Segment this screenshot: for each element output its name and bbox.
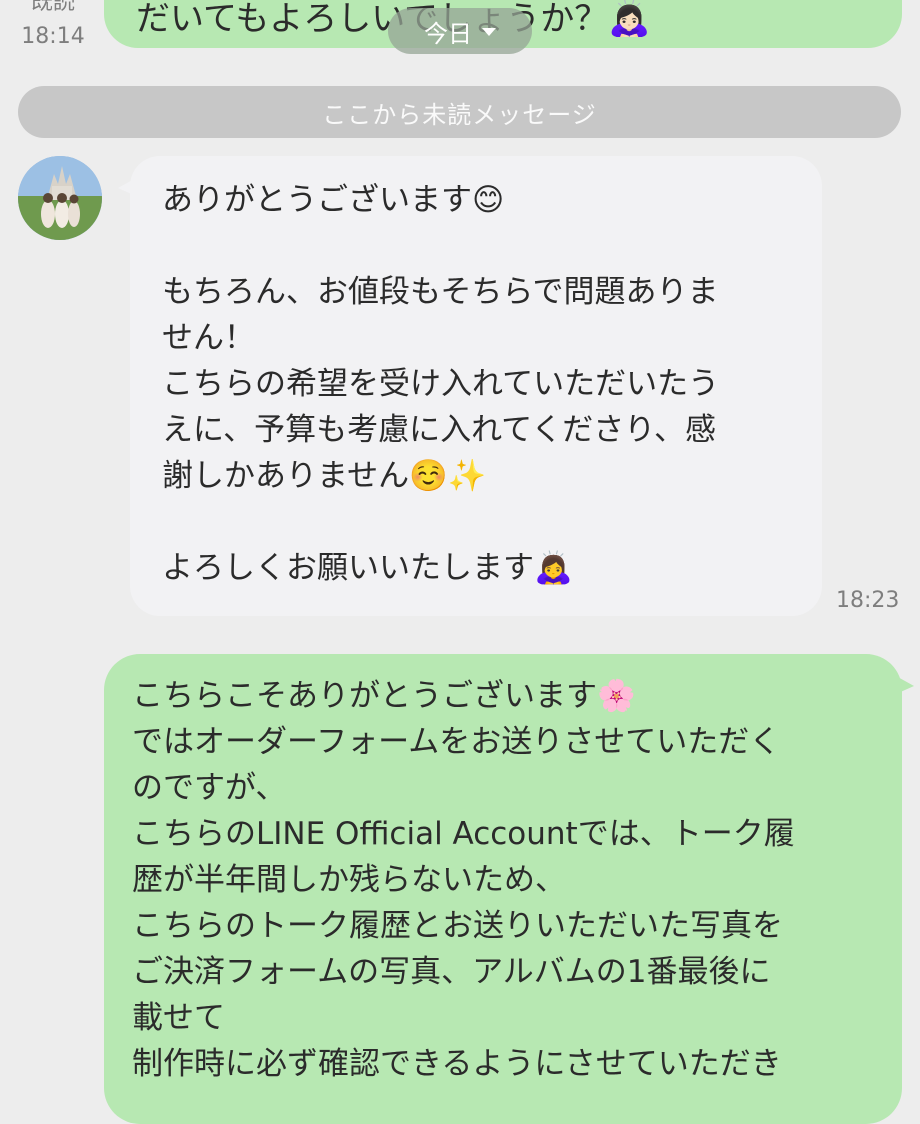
message-line: こちらこそありがとうございます🌸 <box>132 678 636 714</box>
message-line: こちらのトーク履歴とお送りいただいた写真を <box>132 908 783 944</box>
message-line: のですが、 <box>132 770 287 806</box>
message-line: もちろん、お値段もそちらで問題ありま <box>162 274 719 310</box>
message-line: えに、予算も考慮に入れてくださり、感 <box>162 412 716 448</box>
message-time: 18:14 <box>21 24 85 49</box>
message-line: よろしくお願いいたします🙇‍♀️ <box>162 550 573 586</box>
read-status: 既読 <box>30 0 75 15</box>
message-line: こちらの希望を受け入れていただいたう <box>162 366 720 402</box>
incoming-message-bubble[interactable]: ありがとうございます😊 もちろん、お値段もそちらで問題ありま せん！ こちらの希… <box>130 156 822 616</box>
avatar-photo-icon <box>18 156 102 240</box>
top-read-meta: 既読 18:14 <box>18 0 88 54</box>
outgoing-message-bubble[interactable]: こちらこそありがとうございます🌸 ではオーダーフォームをお送りさせていただく の… <box>104 654 902 1124</box>
message-time: 18:23 <box>836 588 900 613</box>
unread-divider-label: ここから未読メッセージ <box>322 100 597 129</box>
message-line: 謝しかありません☺️✨ <box>162 458 487 494</box>
message-line: せん！ <box>162 320 255 356</box>
message-line: 制作時に必ず確認できるようにさせていただき <box>132 1046 782 1082</box>
message-line: ではオーダーフォームをお送りさせていただく <box>132 724 781 760</box>
message-line: ご決済フォームの写真、アルバムの1番最後に <box>132 954 771 990</box>
unread-divider: ここから未読メッセージ <box>18 86 901 138</box>
sender-avatar[interactable] <box>18 156 102 240</box>
message-line: ありがとうございます😊 <box>162 182 505 218</box>
message-line: 歴が半年間しか残らないため、 <box>132 862 566 898</box>
message-line: 載せて <box>132 1000 225 1036</box>
caret-down-icon <box>482 28 496 36</box>
message-line: こちらのLINE Official Accountでは、トーク履 <box>132 816 795 852</box>
date-jump-button[interactable]: 今日 <box>388 8 532 54</box>
date-label: 今日 <box>424 19 472 48</box>
